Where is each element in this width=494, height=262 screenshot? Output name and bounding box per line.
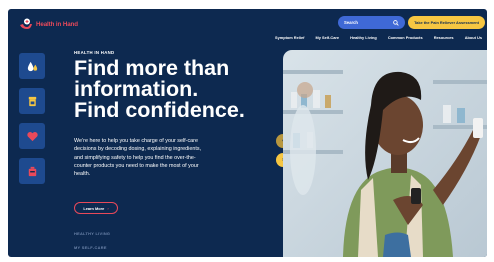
logo[interactable]: Health in Hand <box>19 18 78 30</box>
nav-item-symptom-relief[interactable]: Symptom Relief <box>275 35 304 40</box>
search-label: Search <box>344 20 358 25</box>
hero-headline: Find more than information. Find confide… <box>74 56 274 122</box>
side-icon-bar <box>19 53 45 184</box>
learn-more-button[interactable]: Learn More › <box>74 202 118 214</box>
nav-item-common-products[interactable]: Common Products <box>388 35 423 40</box>
headline-line-2: information. <box>74 77 199 101</box>
learn-more-label: Learn More <box>83 205 105 211</box>
medicine-box-icon[interactable] <box>19 158 45 184</box>
tag-my-self-care[interactable]: MY SELF-CARE <box>74 245 107 250</box>
pill-bottle-icon[interactable] <box>19 88 45 114</box>
hero-body: We’re here to help you take charge of yo… <box>74 138 202 178</box>
hero-photo <box>283 50 487 257</box>
heart-icon[interactable] <box>19 123 45 149</box>
hand-logo-icon <box>20 18 32 29</box>
logo-text: Health in Hand <box>36 20 78 28</box>
search-bar[interactable]: Search <box>338 16 405 29</box>
nav-item-my-self-care[interactable]: My Self-Care <box>315 35 339 40</box>
tag-healthy-living[interactable]: HEALTHY LIVING <box>74 231 110 236</box>
nav-item-about-us[interactable]: About Us <box>465 35 482 40</box>
search-icon[interactable] <box>393 19 399 26</box>
headline-line-3: Find confidence. <box>74 98 245 122</box>
nav-item-healthy-living[interactable]: Healthy Living <box>350 35 377 40</box>
assessment-button[interactable]: Take the Pain Reliever Assessment <box>408 16 485 29</box>
arrow-right-icon: › <box>107 205 109 211</box>
drop-icon[interactable] <box>19 53 45 79</box>
page: Health in Hand Search Take the Pain Reli… <box>8 9 487 257</box>
hero-eyebrow: HEALTH IN HAND <box>74 50 115 55</box>
main-nav: Symptom Relief My Self-Care Healthy Livi… <box>275 35 482 40</box>
nav-item-resources[interactable]: Resources <box>434 35 454 40</box>
headline-line-1: Find more than <box>74 56 230 80</box>
